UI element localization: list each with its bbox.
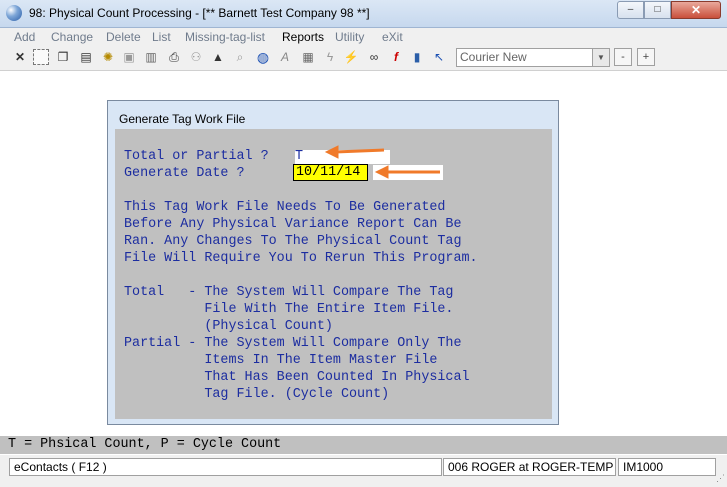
option-total-line-2: File With The Entire Item File. [124, 302, 454, 317]
option-total-line-1: Total - The System Will Compare The Tag [124, 285, 454, 300]
description-line-2: Before Any Physical Variance Report Can … [124, 217, 462, 232]
resize-grip-icon[interactable]: ⋰ [716, 473, 725, 484]
option-partial-line-3: That Has Been Counted In Physical [124, 370, 470, 385]
arrow-total-icon [324, 145, 385, 159]
hint-bar: T = Phsical Count, P = Cycle Count [0, 436, 727, 454]
status-bar: eContacts ( F12 ) 006 ROGER at ROGER-TEM… [0, 455, 727, 487]
econtacts-button[interactable]: eContacts ( F12 ) [9, 458, 442, 476]
option-partial-line-4: Tag File. (Cycle Count) [124, 387, 390, 402]
description-line-1: This Tag Work File Needs To Be Generated [124, 200, 446, 215]
description-line-3: Ran. Any Changes To The Physical Count T… [124, 234, 462, 249]
user-status: 006 ROGER at ROGER-TEMP [443, 458, 616, 476]
option-total-line-3: (Physical Count) [124, 319, 333, 334]
hint-text: T = Phsical Count, P = Cycle Count [8, 437, 282, 452]
arrow-date-icon [374, 165, 440, 179]
option-partial-line-1: Partial - The System Will Compare Only T… [124, 336, 462, 351]
app-window: 98: Physical Count Processing - [** Barn… [0, 0, 727, 487]
description-line-4: File Will Require You To Rerun This Prog… [124, 251, 478, 266]
module-status: IM1000 [618, 458, 716, 476]
option-partial-line-2: Items In The Item Master File [124, 353, 438, 368]
